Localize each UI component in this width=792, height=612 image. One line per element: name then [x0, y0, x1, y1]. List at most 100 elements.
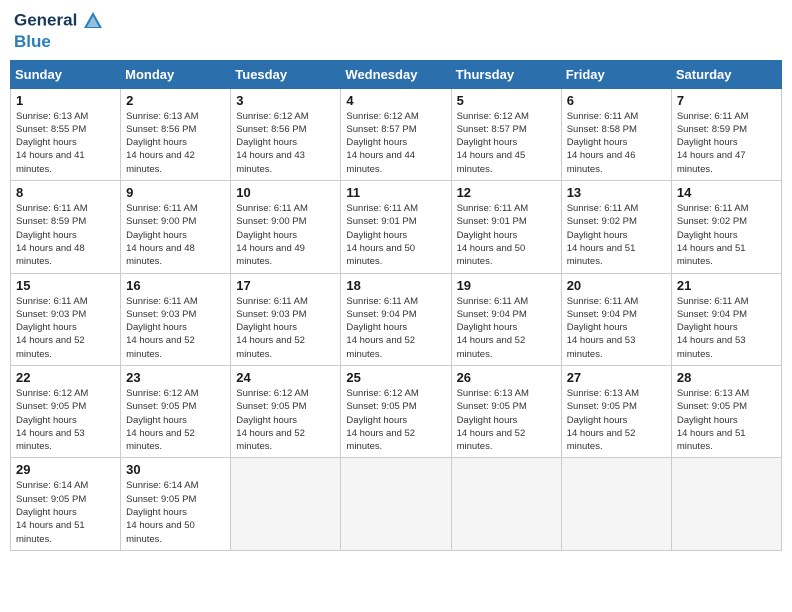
day-number: 26: [457, 370, 556, 385]
calendar-day-cell: 10Sunrise: 6:11 AMSunset: 9:00 PMDayligh…: [231, 181, 341, 273]
day-info: Sunrise: 6:11 AMSunset: 9:01 PMDaylight …: [346, 202, 445, 268]
calendar-day-cell: 6Sunrise: 6:11 AMSunset: 8:58 PMDaylight…: [561, 88, 671, 180]
day-number: 19: [457, 278, 556, 293]
logo: General Blue: [14, 10, 104, 52]
calendar-day-cell: 25 Sunrise: 6:12 AMSunset: 9:05 PMDayligh…: [341, 366, 451, 458]
day-number: 21: [677, 278, 776, 293]
calendar-week-row: 22 Sunrise: 6:12 AMSunset: 9:05 PMDayligh…: [11, 366, 782, 458]
day-number: 13: [567, 185, 666, 200]
day-info: Sunrise: 6:13 AMSunset: 8:55 PMDaylight …: [16, 110, 115, 176]
day-number: 12: [457, 185, 556, 200]
day-number: 4: [346, 93, 445, 108]
day-info: Sunrise: 6:12 AMSunset: 8:56 PMDaylight …: [236, 110, 335, 176]
day-number: 3: [236, 93, 335, 108]
calendar-day-cell: 17Sunrise: 6:11 AMSunset: 9:03 PMDayligh…: [231, 273, 341, 365]
calendar-day-cell: 23 Sunrise: 6:12 AMSunset: 9:05 PMDayligh…: [121, 366, 231, 458]
calendar-day-cell: 5 Sunrise: 6:12 AMSunset: 8:57 PMDaylight…: [451, 88, 561, 180]
logo-text-line1: General: [14, 10, 104, 32]
calendar-day-cell: 24Sunrise: 6:12 AMSunset: 9:05 PMDayligh…: [231, 366, 341, 458]
calendar-day-cell: [451, 458, 561, 550]
calendar-day-cell: 20 Sunrise: 6:11 AMSunset: 9:04 PMDayligh…: [561, 273, 671, 365]
calendar-day-cell: 16Sunrise: 6:11 AMSunset: 9:03 PMDayligh…: [121, 273, 231, 365]
calendar-day-cell: 4 Sunrise: 6:12 AMSunset: 8:57 PMDaylight…: [341, 88, 451, 180]
calendar-day-cell: 19 Sunrise: 6:11 AMSunset: 9:04 PMDayligh…: [451, 273, 561, 365]
day-number: 27: [567, 370, 666, 385]
day-info: Sunrise: 6:11 AMSunset: 9:04 PMDaylight …: [567, 295, 666, 361]
day-info: Sunrise: 6:11 AMSunset: 9:04 PMDaylight …: [346, 295, 445, 361]
day-number: 14: [677, 185, 776, 200]
page-header: General Blue: [10, 10, 782, 52]
day-info: Sunrise: 6:13 AMSunset: 9:05 PMDaylight …: [567, 387, 666, 453]
calendar-week-row: 1 Sunrise: 6:13 AMSunset: 8:55 PMDaylight…: [11, 88, 782, 180]
day-info: Sunrise: 6:13 AMSunset: 9:05 PMDaylight …: [677, 387, 776, 453]
calendar-day-cell: [561, 458, 671, 550]
calendar-day-cell: [671, 458, 781, 550]
weekday-header: Saturday: [671, 60, 781, 88]
day-info: Sunrise: 6:12 AMSunset: 8:57 PMDaylight …: [457, 110, 556, 176]
calendar-day-cell: 2 Sunrise: 6:13 AMSunset: 8:56 PMDaylight…: [121, 88, 231, 180]
day-info: Sunrise: 6:11 AMSunset: 9:04 PMDaylight …: [677, 295, 776, 361]
day-info: Sunrise: 6:13 AMSunset: 9:05 PMDaylight …: [457, 387, 556, 453]
day-number: 9: [126, 185, 225, 200]
weekday-header: Sunday: [11, 60, 121, 88]
day-info: Sunrise: 6:11 AMSunset: 9:01 PMDaylight …: [457, 202, 556, 268]
day-info: Sunrise: 6:13 AMSunset: 8:56 PMDaylight …: [126, 110, 225, 176]
calendar-week-row: 29 Sunrise: 6:14 AMSunset: 9:05 PMDayligh…: [11, 458, 782, 550]
weekday-header: Friday: [561, 60, 671, 88]
day-info: Sunrise: 6:11 AMSunset: 9:03 PMDaylight …: [16, 295, 115, 361]
day-number: 29: [16, 462, 115, 477]
day-info: Sunrise: 6:11 AMSunset: 9:00 PMDaylight …: [236, 202, 335, 268]
day-number: 28: [677, 370, 776, 385]
calendar-week-row: 8Sunrise: 6:11 AMSunset: 8:59 PMDaylight…: [11, 181, 782, 273]
day-info: Sunrise: 6:14 AMSunset: 9:05 PMDaylight …: [16, 479, 115, 545]
day-number: 6: [567, 93, 666, 108]
day-number: 8: [16, 185, 115, 200]
calendar-day-cell: 27 Sunrise: 6:13 AMSunset: 9:05 PMDayligh…: [561, 366, 671, 458]
day-info: Sunrise: 6:11 AMSunset: 9:02 PMDaylight …: [567, 202, 666, 268]
day-number: 5: [457, 93, 556, 108]
calendar-day-cell: 28 Sunrise: 6:13 AMSunset: 9:05 PMDayligh…: [671, 366, 781, 458]
day-number: 24: [236, 370, 335, 385]
day-info: Sunrise: 6:11 AMSunset: 9:02 PMDaylight …: [677, 202, 776, 268]
day-info: Sunrise: 6:12 AMSunset: 9:05 PMDaylight …: [16, 387, 115, 453]
calendar-day-cell: 13 Sunrise: 6:11 AMSunset: 9:02 PMDayligh…: [561, 181, 671, 273]
calendar-day-cell: 22 Sunrise: 6:12 AMSunset: 9:05 PMDayligh…: [11, 366, 121, 458]
calendar-day-cell: 9Sunrise: 6:11 AMSunset: 9:00 PMDaylight…: [121, 181, 231, 273]
calendar-day-cell: 21 Sunrise: 6:11 AMSunset: 9:04 PMDayligh…: [671, 273, 781, 365]
calendar-day-cell: 26 Sunrise: 6:13 AMSunset: 9:05 PMDayligh…: [451, 366, 561, 458]
weekday-header: Thursday: [451, 60, 561, 88]
calendar-day-cell: 15 Sunrise: 6:11 AMSunset: 9:03 PMDayligh…: [11, 273, 121, 365]
calendar-table: SundayMondayTuesdayWednesdayThursdayFrid…: [10, 60, 782, 551]
day-number: 23: [126, 370, 225, 385]
day-number: 1: [16, 93, 115, 108]
day-info: Sunrise: 6:11 AMSunset: 8:59 PMDaylight …: [677, 110, 776, 176]
day-info: Sunrise: 6:11 AMSunset: 9:03 PMDaylight …: [236, 295, 335, 361]
weekday-header: Tuesday: [231, 60, 341, 88]
day-number: 7: [677, 93, 776, 108]
day-number: 2: [126, 93, 225, 108]
day-number: 25: [346, 370, 445, 385]
day-number: 22: [16, 370, 115, 385]
calendar-day-cell: 3 Sunrise: 6:12 AMSunset: 8:56 PMDaylight…: [231, 88, 341, 180]
day-info: Sunrise: 6:14 AMSunset: 9:05 PMDaylight …: [126, 479, 225, 545]
day-number: 20: [567, 278, 666, 293]
day-info: Sunrise: 6:12 AMSunset: 8:57 PMDaylight …: [346, 110, 445, 176]
logo-text-line2: Blue: [14, 32, 104, 52]
calendar-day-cell: 18Sunrise: 6:11 AMSunset: 9:04 PMDayligh…: [341, 273, 451, 365]
day-info: Sunrise: 6:12 AMSunset: 9:05 PMDaylight …: [126, 387, 225, 453]
weekday-header: Wednesday: [341, 60, 451, 88]
weekday-header: Monday: [121, 60, 231, 88]
day-number: 11: [346, 185, 445, 200]
day-number: 15: [16, 278, 115, 293]
calendar-day-cell: 1 Sunrise: 6:13 AMSunset: 8:55 PMDaylight…: [11, 88, 121, 180]
calendar-day-cell: 12 Sunrise: 6:11 AMSunset: 9:01 PMDayligh…: [451, 181, 561, 273]
day-info: Sunrise: 6:11 AMSunset: 9:04 PMDaylight …: [457, 295, 556, 361]
calendar-header-row: SundayMondayTuesdayWednesdayThursdayFrid…: [11, 60, 782, 88]
day-info: Sunrise: 6:12 AMSunset: 9:05 PMDaylight …: [346, 387, 445, 453]
calendar-day-cell: [341, 458, 451, 550]
calendar-day-cell: 7 Sunrise: 6:11 AMSunset: 8:59 PMDaylight…: [671, 88, 781, 180]
calendar-day-cell: 29 Sunrise: 6:14 AMSunset: 9:05 PMDayligh…: [11, 458, 121, 550]
day-info: Sunrise: 6:11 AMSunset: 9:03 PMDaylight …: [126, 295, 225, 361]
calendar-day-cell: 30Sunrise: 6:14 AMSunset: 9:05 PMDayligh…: [121, 458, 231, 550]
calendar-day-cell: 8Sunrise: 6:11 AMSunset: 8:59 PMDaylight…: [11, 181, 121, 273]
